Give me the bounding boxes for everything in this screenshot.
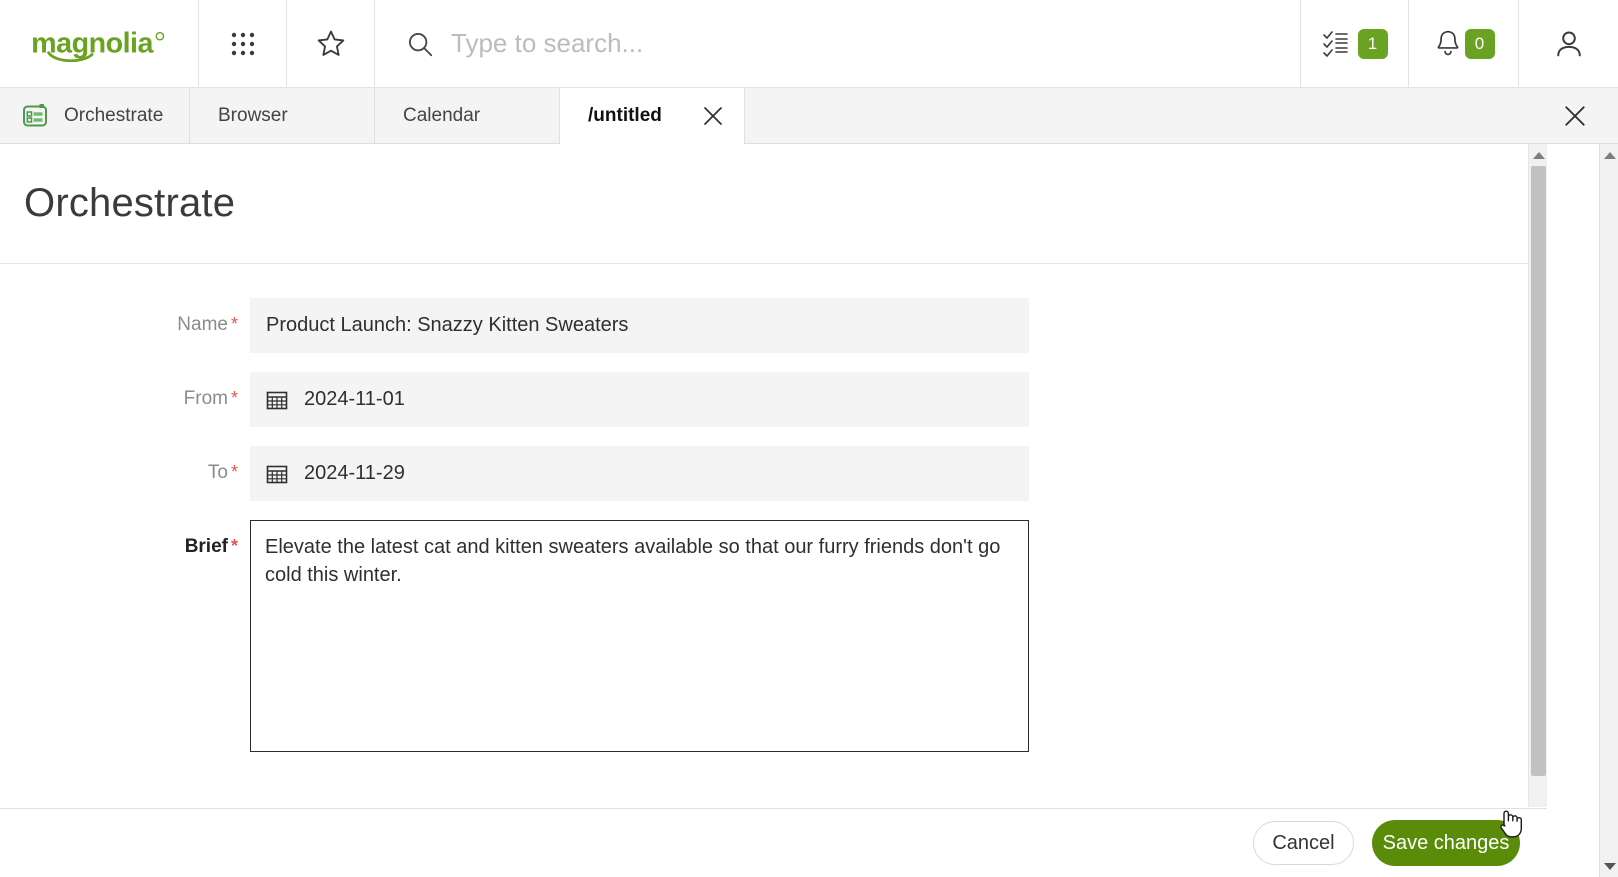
tasks-icon-badge: 1 [1322, 28, 1388, 59]
control-brief [250, 520, 1029, 757]
form-content-area: Orchestrate Name* From* [0, 144, 1547, 807]
tab-label: /untitled [588, 105, 662, 126]
tasks-button[interactable]: 1 [1301, 0, 1409, 87]
calendar-icon[interactable] [266, 463, 288, 485]
close-all-tabs-button[interactable] [1532, 88, 1618, 144]
page-title-bar: Orchestrate [0, 144, 1547, 264]
tasks-checklist-icon [1322, 30, 1348, 57]
close-icon [704, 107, 722, 125]
page-scroll-up-button[interactable] [1600, 146, 1618, 164]
orchestrate-app-icon [23, 104, 47, 127]
tab-label: Browser [218, 105, 288, 126]
label-to: To * [0, 446, 250, 484]
tab-orchestrate[interactable]: Orchestrate [0, 88, 190, 144]
control-from: 2024-11-01 [250, 372, 1029, 427]
from-date-value: 2024-11-01 [304, 388, 405, 410]
from-date-field[interactable]: 2024-11-01 [250, 372, 1029, 427]
tab-untitled[interactable]: /untitled [560, 88, 745, 145]
right-gutter [1547, 144, 1599, 877]
field-row-name: Name * [0, 298, 1547, 353]
magnolia-logo[interactable]: magnolia [0, 0, 199, 87]
required-marker: * [230, 536, 238, 556]
user-avatar-icon [1556, 31, 1581, 56]
page-title: Orchestrate [24, 181, 236, 225]
control-to: 2024-11-29 [250, 446, 1029, 501]
required-marker: * [230, 314, 238, 334]
save-changes-button[interactable]: Save changes [1372, 820, 1520, 866]
required-marker: * [230, 388, 238, 408]
label-brief: Brief * [0, 520, 250, 558]
form-scroll-up-button[interactable] [1529, 146, 1548, 164]
cancel-button[interactable]: Cancel [1253, 821, 1354, 865]
calendar-icon[interactable] [266, 389, 288, 411]
tab-bar: Orchestrate Browser Calendar /untitled [0, 88, 1618, 145]
to-date-field[interactable]: 2024-11-29 [250, 446, 1029, 501]
magnolia-app-window: magnolia Type to search... 1 0 Orchestra… [0, 0, 1618, 877]
close-icon [1565, 106, 1585, 126]
field-row-brief: Brief * [0, 520, 1547, 757]
required-marker: * [230, 462, 238, 482]
tab-label: Calendar [403, 105, 481, 126]
magnolia-logo-icon: magnolia [31, 27, 165, 62]
label-text: To [207, 462, 228, 483]
tab-bar-spacer [745, 88, 1532, 144]
label-text: Brief [184, 536, 228, 557]
brief-textarea[interactable] [250, 520, 1029, 752]
form-scrollbar[interactable] [1528, 144, 1547, 807]
label-from: From * [0, 372, 250, 410]
notifications-button[interactable]: 0 [1409, 0, 1519, 87]
orchestrate-form: Name* From* [0, 264, 1547, 757]
grid-apps-icon [231, 32, 254, 55]
tasks-badge: 1 [1357, 28, 1388, 59]
to-date-value: 2024-11-29 [304, 462, 405, 484]
control-name [250, 298, 1029, 353]
page-scroll-down-button[interactable] [1600, 857, 1618, 875]
notifications-badge: 0 [1464, 28, 1495, 59]
form-scrollbar-thumb[interactable] [1531, 166, 1546, 776]
global-search[interactable] [375, 0, 1301, 87]
top-header-bar: magnolia Type to search... 1 0 [0, 0, 1618, 88]
apps-launcher-button[interactable] [199, 0, 287, 87]
arrow-up-icon [1603, 151, 1616, 159]
field-row-from: From * 2024-11-01 [0, 372, 1547, 427]
favorites-button[interactable] [287, 0, 375, 87]
search-icon [408, 32, 433, 56]
label-text: Name [177, 314, 228, 335]
search-input[interactable] [449, 27, 1153, 60]
notifications-icon-badge: 0 [1433, 28, 1495, 60]
tab-browser[interactable]: Browser [190, 88, 375, 144]
tab-label: Orchestrate [64, 105, 164, 126]
label-text: From [183, 388, 228, 409]
tab-close-button[interactable] [702, 105, 724, 127]
page-scrollbar[interactable] [1599, 144, 1618, 877]
star-icon [317, 30, 344, 56]
tab-calendar[interactable]: Calendar [375, 88, 560, 144]
form-action-bar: Cancel Save changes [0, 808, 1547, 877]
label-name: Name * [0, 298, 250, 336]
user-menu-button[interactable] [1519, 0, 1618, 87]
field-row-to: To * 2024-11-29 [0, 446, 1547, 501]
arrow-up-icon [1532, 151, 1545, 159]
bell-icon [1436, 30, 1459, 55]
arrow-down-icon [1603, 862, 1616, 870]
name-input[interactable] [250, 298, 1029, 353]
